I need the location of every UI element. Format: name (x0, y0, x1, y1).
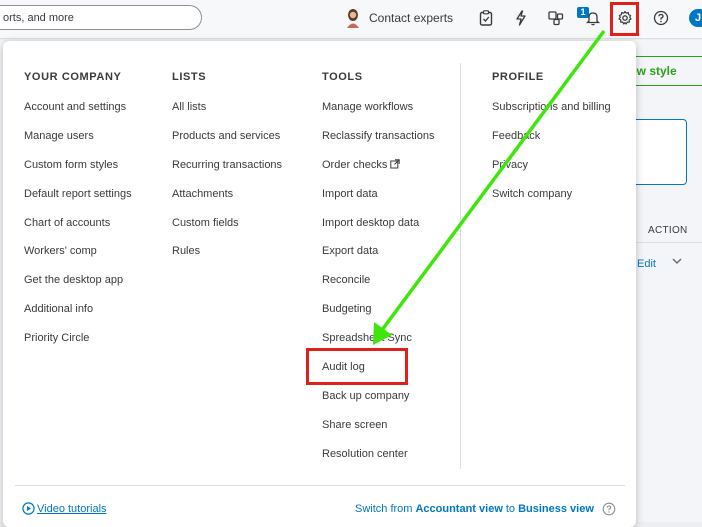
profile-heading: PROFILE (492, 71, 544, 83)
menu-item-rules[interactable]: Rules (172, 244, 282, 273)
top-bar: orts, and more Contact experts 1 J (0, 0, 702, 39)
menu-item-share-screen[interactable]: Share screen (322, 418, 435, 447)
business-view-label: Business view (518, 503, 594, 515)
menu-item-account-settings[interactable]: Account and settings (24, 100, 132, 129)
company-column: YOUR COMPANY Account and settings Manage… (24, 71, 132, 360)
menu-item-custom-form-styles[interactable]: Custom form styles (24, 158, 132, 187)
external-link-icon (390, 159, 401, 169)
view-style-label: ew style (630, 64, 677, 78)
menu-item-reconcile[interactable]: Reconcile (322, 273, 435, 302)
accountant-view-label: Accountant view (415, 503, 503, 515)
expert-avatar-icon (347, 9, 359, 28)
contact-experts-button[interactable]: Contact experts (345, 8, 453, 28)
menu-item-manage-workflows[interactable]: Manage workflows (322, 100, 435, 129)
menu-item-recurring-transactions[interactable]: Recurring transactions (172, 158, 282, 187)
menu-item-back-up-company[interactable]: Back up company (322, 389, 435, 418)
menu-item-manage-users[interactable]: Manage users (24, 129, 132, 158)
lists-column: LISTS All lists Products and services Re… (172, 71, 282, 273)
menu-item-export-data[interactable]: Export data (322, 244, 435, 273)
contact-experts-label: Contact experts (369, 11, 454, 25)
edit-link[interactable]: Edit (637, 258, 656, 270)
switch-middle: to (505, 503, 516, 515)
profile-column: PROFILE Subscriptions and billing Feedba… (492, 71, 611, 216)
apps-icon[interactable] (547, 9, 565, 27)
menu-item-attachments[interactable]: Attachments (172, 187, 282, 216)
settings-menu: YOUR COMPANY Account and settings Manage… (3, 41, 636, 527)
user-avatar[interactable]: J (689, 9, 702, 27)
switch-prefix: Switch from (355, 503, 413, 515)
company-heading: YOUR COMPANY (24, 71, 122, 83)
menu-item-order-checks[interactable]: Order checks (322, 158, 435, 187)
play-circle-icon (22, 502, 35, 515)
action-column-header: ACTION (648, 225, 688, 236)
menu-item-import-data[interactable]: Import data (322, 187, 435, 216)
lists-heading: LISTS (172, 71, 207, 83)
menu-item-switch-company[interactable]: Switch company (492, 187, 611, 216)
menu-item-subscriptions-billing[interactable]: Subscriptions and billing (492, 100, 611, 129)
menu-item-all-lists[interactable]: All lists (172, 100, 282, 129)
switch-view-link[interactable]: Switch from Accountant view to Business … (355, 502, 616, 516)
video-tutorials-label: Video tutorials (37, 502, 107, 515)
menu-item-custom-fields[interactable]: Custom fields (172, 216, 282, 245)
tools-column: TOOLS Manage workflows Reclassify transa… (322, 71, 435, 476)
lightning-icon[interactable] (512, 9, 530, 27)
menu-item-priority-circle[interactable]: Priority Circle (24, 331, 132, 360)
chevron-down-icon[interactable] (671, 256, 683, 269)
menu-item-products-services[interactable]: Products and services (172, 129, 282, 158)
help-icon[interactable] (652, 9, 670, 27)
column-divider (460, 63, 461, 469)
menu-item-feedback[interactable]: Feedback (492, 129, 611, 158)
menu-item-privacy[interactable]: Privacy (492, 158, 611, 187)
gear-highlight-box (610, 2, 639, 36)
search-input[interactable]: orts, and more (0, 5, 202, 30)
menu-item-chart-of-accounts[interactable]: Chart of accounts (24, 216, 132, 245)
help-icon[interactable] (602, 502, 616, 516)
menu-item-import-desktop-data[interactable]: Import desktop data (322, 216, 435, 245)
menu-item-additional-info[interactable]: Additional info (24, 302, 132, 331)
menu-item-workers-comp[interactable]: Workers' comp (24, 244, 132, 273)
menu-item-default-report-settings[interactable]: Default report settings (24, 187, 132, 216)
bell-icon[interactable] (584, 9, 602, 27)
audit-log-highlight-box (306, 348, 408, 385)
menu-item-reclassify-transactions[interactable]: Reclassify transactions (322, 129, 435, 158)
menu-item-desktop-app[interactable]: Get the desktop app (24, 273, 132, 302)
tools-heading: TOOLS (322, 71, 363, 83)
menu-item-resolution-center[interactable]: Resolution center (322, 447, 435, 476)
order-checks-label: Order checks (322, 158, 388, 171)
video-tutorials-link[interactable]: Video tutorials (22, 502, 107, 515)
menu-item-budgeting[interactable]: Budgeting (322, 302, 435, 331)
footer-divider (15, 485, 625, 486)
clipboard-icon[interactable] (477, 9, 495, 27)
